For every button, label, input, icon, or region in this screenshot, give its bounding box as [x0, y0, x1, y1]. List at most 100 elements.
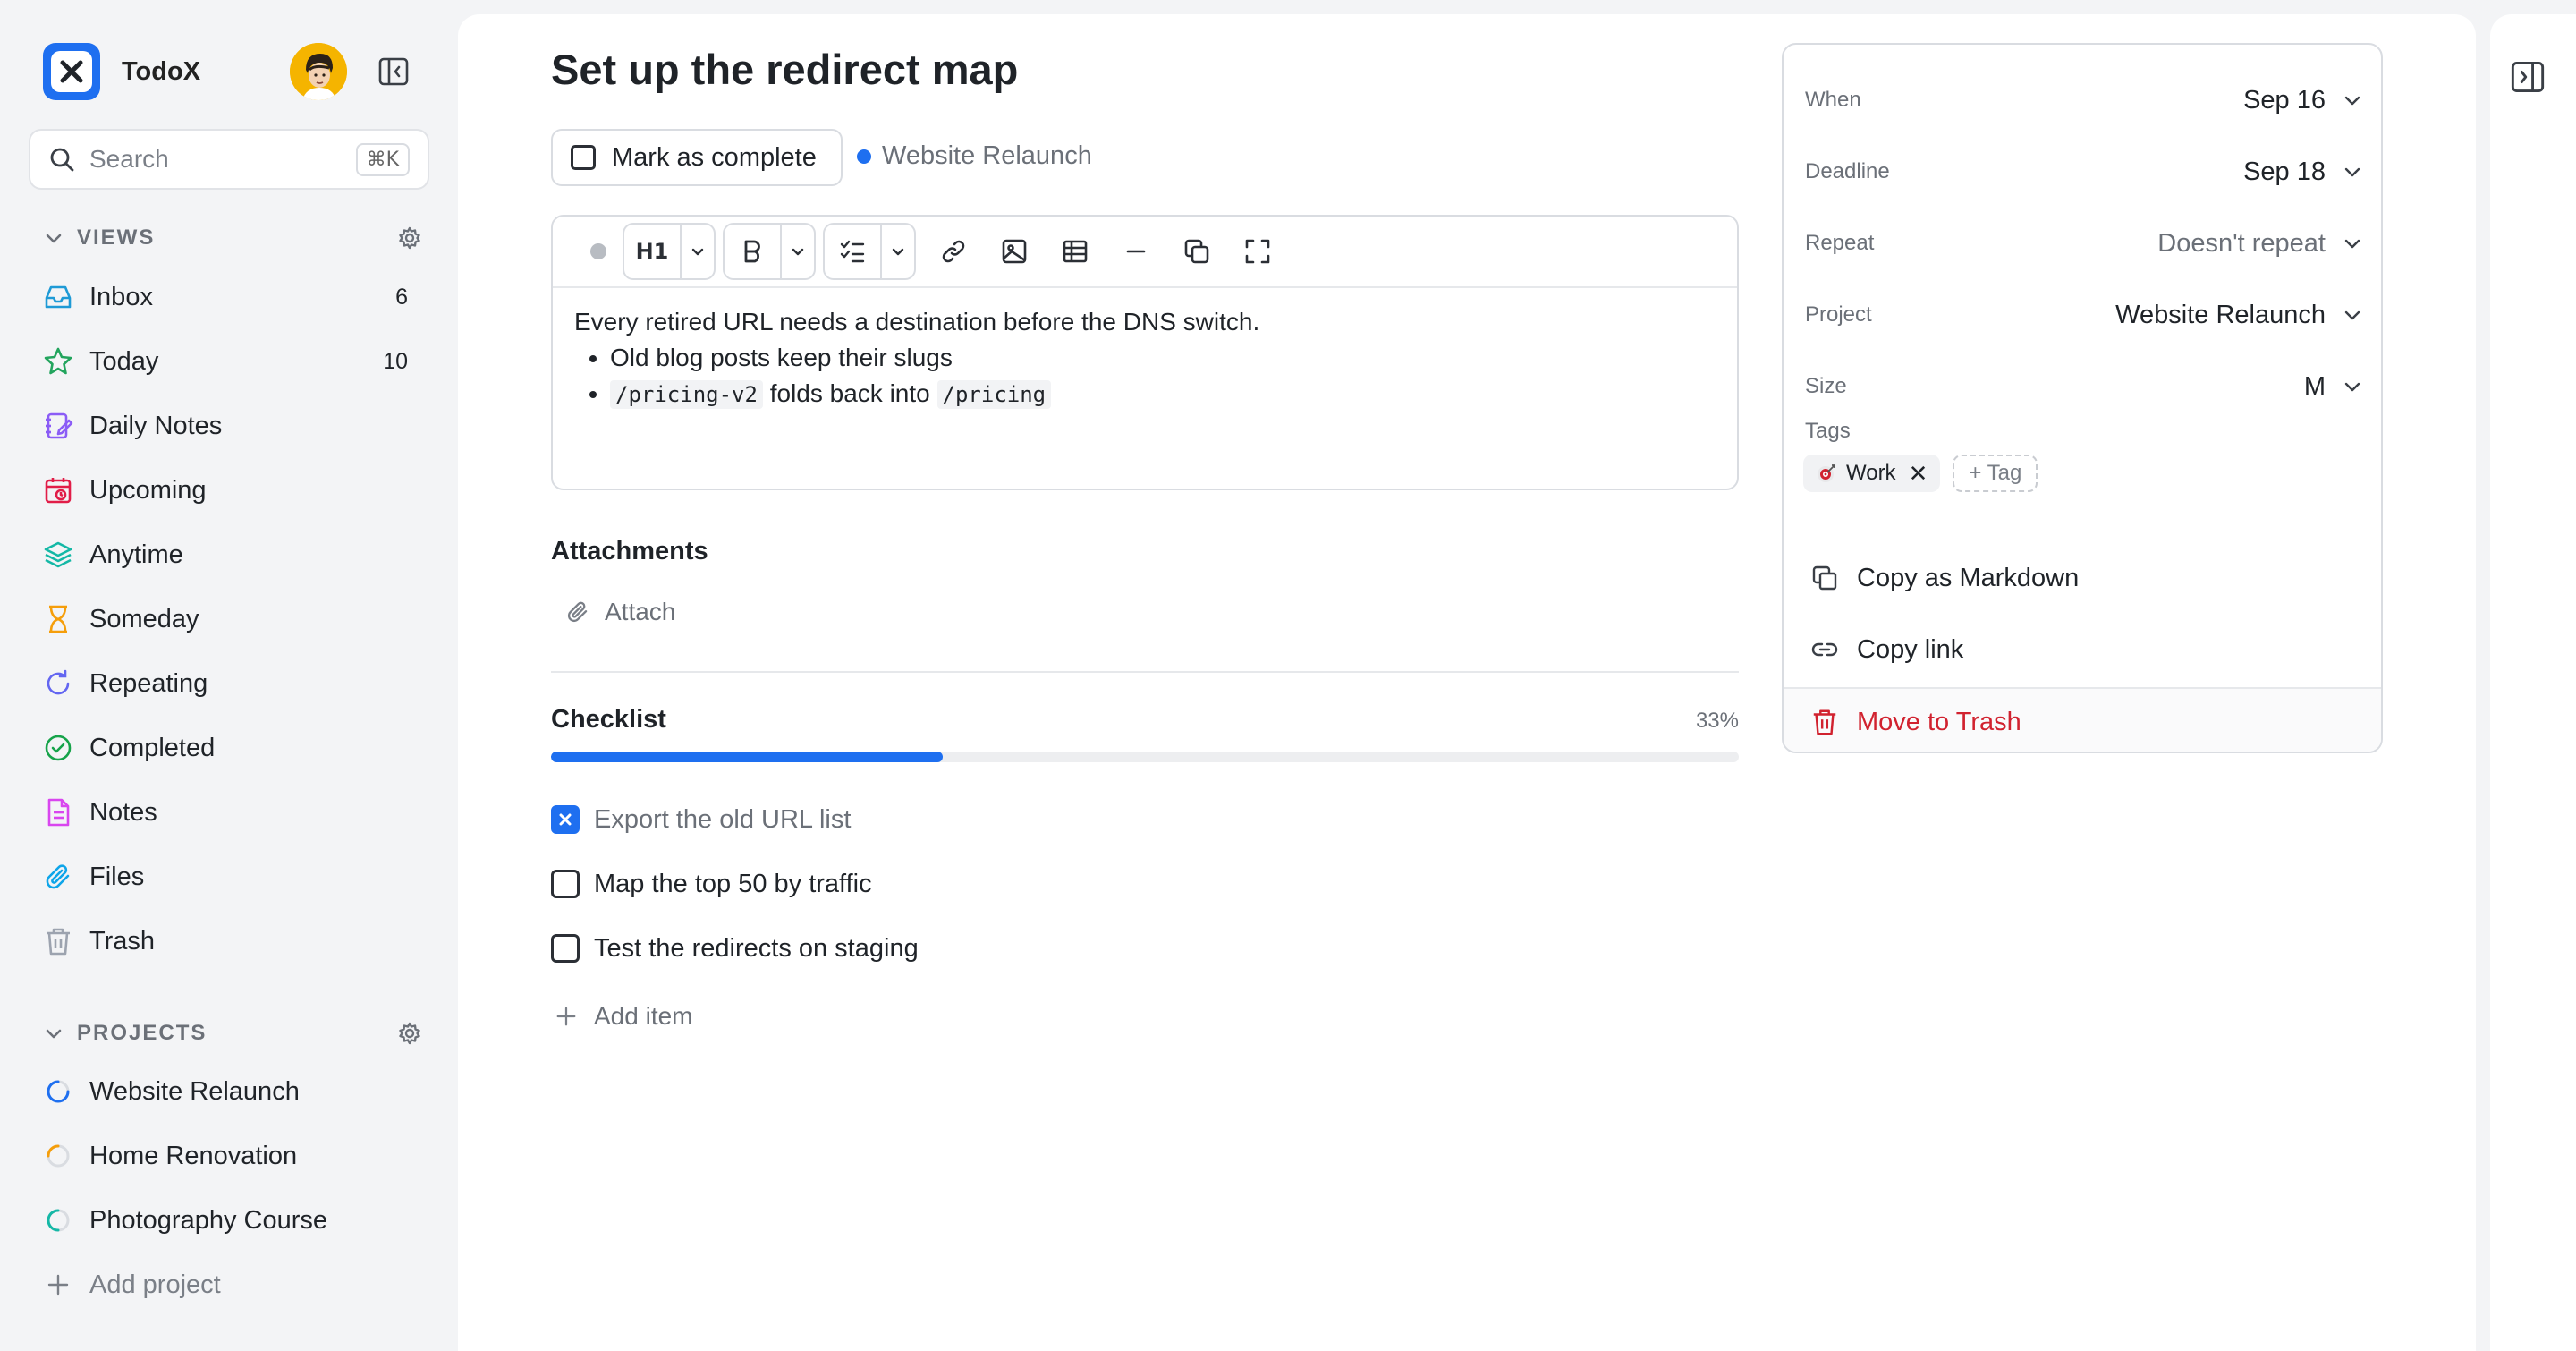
- plus-icon: [556, 1007, 576, 1026]
- sidebar: TodoX Search ⌘K VIEWS Inbox 6 Today 10 D…: [0, 0, 458, 1351]
- status-dot: [590, 243, 606, 259]
- trash-icon: [43, 926, 73, 956]
- task-properties-panel: When Sep 16 Deadline Sep 18 Repeat Doesn…: [1782, 43, 2383, 753]
- checklist-item[interactable]: Test the redirects on staging: [551, 916, 1739, 981]
- sidebar-item-inbox[interactable]: Inbox 6: [29, 265, 429, 329]
- search-box[interactable]: Search ⌘K: [29, 129, 429, 190]
- toggle-right-panel-icon[interactable]: [2510, 59, 2546, 95]
- progress-ring-icon: [43, 1205, 73, 1236]
- task-detail: Set up the redirect map Mark as complete…: [458, 14, 2476, 1351]
- chevron-down-icon[interactable]: [682, 225, 714, 278]
- sidebar-project-photography-course[interactable]: Photography Course: [29, 1188, 429, 1253]
- copy-icon[interactable]: [1166, 223, 1227, 280]
- notes-bullet: Old blog posts keep their slugs: [610, 340, 1716, 376]
- sidebar-item-files[interactable]: Files: [29, 845, 429, 909]
- image-icon[interactable]: [984, 223, 1045, 280]
- checkbox-icon: [571, 145, 596, 170]
- checked-checkbox-icon[interactable]: [551, 805, 580, 834]
- sidebar-item-trash[interactable]: Trash: [29, 909, 429, 973]
- inbox-icon: [43, 282, 73, 312]
- attach-button[interactable]: Attach: [565, 598, 675, 626]
- checklist-item[interactable]: Export the old URL list: [551, 787, 1739, 852]
- search-shortcut: ⌘K: [355, 142, 410, 176]
- star-icon: [43, 346, 73, 377]
- inline-code: /pricing: [936, 380, 1052, 409]
- table-icon[interactable]: [1045, 223, 1106, 280]
- checklist-item[interactable]: Map the top 50 by traffic: [551, 852, 1739, 916]
- repeat-value: Doesn't repeat: [2157, 228, 2326, 258]
- sidebar-item-completed[interactable]: Completed: [29, 716, 429, 780]
- editor-toolbar: H1: [553, 217, 1737, 288]
- deadline-row[interactable]: Deadline Sep 18: [1805, 145, 2363, 199]
- copy-icon: [1812, 565, 1837, 591]
- sidebar-item-notes[interactable]: Notes: [29, 780, 429, 845]
- checkbox-icon[interactable]: [551, 934, 580, 963]
- sidebar-item-someday[interactable]: Someday: [29, 587, 429, 651]
- app-name: TodoX: [122, 56, 201, 86]
- sidebar-item-anytime[interactable]: Anytime: [29, 523, 429, 587]
- trash-icon: [1813, 709, 1836, 735]
- search-icon: [50, 148, 74, 172]
- remove-tag-icon[interactable]: ✕: [1909, 460, 1928, 488]
- size-value: M: [2303, 371, 2326, 401]
- chevron-down-icon[interactable]: [782, 225, 814, 278]
- collapse-sidebar-icon[interactable]: [377, 55, 410, 88]
- sidebar-item-upcoming[interactable]: Upcoming: [29, 458, 429, 523]
- gear-icon[interactable]: [397, 225, 422, 251]
- avatar[interactable]: [290, 43, 347, 100]
- notes-paragraph: Every retired URL needs a destination be…: [574, 308, 1260, 336]
- add-project-button[interactable]: Add project: [29, 1253, 429, 1317]
- chevron-down-icon: [2344, 167, 2360, 177]
- chevron-down-icon[interactable]: [882, 225, 914, 278]
- link-icon: [1811, 642, 1838, 657]
- heading-dropdown[interactable]: H1: [623, 223, 716, 280]
- sidebar-item-repeating[interactable]: Repeating: [29, 651, 429, 716]
- bold-icon[interactable]: [724, 225, 780, 278]
- projects-section-header[interactable]: PROJECTS: [43, 1017, 422, 1049]
- repeat-icon: [43, 668, 73, 699]
- note-icon: [43, 797, 73, 828]
- link-icon[interactable]: [923, 223, 984, 280]
- search-input[interactable]: Search: [89, 145, 356, 174]
- fullscreen-icon[interactable]: [1227, 223, 1288, 280]
- heading-button[interactable]: H1: [624, 225, 680, 278]
- chevron-down-icon: [46, 1029, 62, 1039]
- inline-code: /pricing-v2: [610, 380, 763, 409]
- page-title[interactable]: Set up the redirect map: [551, 45, 1018, 94]
- size-row[interactable]: Size M: [1805, 360, 2363, 413]
- list-dropdown[interactable]: [823, 223, 916, 280]
- sidebar-project-website-relaunch[interactable]: Website Relaunch: [29, 1059, 429, 1124]
- checkbox-icon[interactable]: [551, 870, 580, 898]
- move-to-trash-button[interactable]: Move to Trash: [1784, 687, 2381, 752]
- progress-fill: [551, 752, 944, 762]
- notes-editor[interactable]: H1 Every retired URL needs a destination…: [551, 215, 1739, 490]
- project-dot: [857, 149, 871, 164]
- checklist-percent: 33%: [1695, 709, 1739, 733]
- sidebar-item-today[interactable]: Today 10: [29, 329, 429, 394]
- inbox-count: 6: [395, 284, 408, 310]
- views-section-header[interactable]: VIEWS: [43, 222, 422, 254]
- add-tag-button[interactable]: + Tag: [1953, 455, 2038, 492]
- right-rail: [2490, 14, 2576, 1351]
- divider: [551, 671, 1739, 673]
- repeat-row[interactable]: Repeat Doesn't repeat: [1805, 217, 2363, 270]
- gear-icon[interactable]: [397, 1021, 422, 1046]
- project-link[interactable]: Website Relaunch: [857, 141, 1092, 171]
- project-row[interactable]: Project Website Relaunch: [1805, 288, 2363, 342]
- sidebar-project-home-renovation[interactable]: Home Renovation: [29, 1124, 429, 1188]
- tag-chip[interactable]: Work ✕: [1803, 455, 1941, 492]
- progress-ring-icon: [43, 1076, 73, 1107]
- copy-as-markdown-button[interactable]: Copy as Markdown: [1810, 551, 2079, 605]
- when-row[interactable]: When Sep 16: [1805, 73, 2363, 127]
- tags-list: Work ✕ + Tag: [1803, 455, 2038, 492]
- mark-complete-button[interactable]: Mark as complete: [551, 129, 843, 186]
- sidebar-item-daily-notes[interactable]: Daily Notes: [29, 394, 429, 458]
- copy-link-button[interactable]: Copy link: [1810, 623, 1963, 676]
- notes-content[interactable]: Every retired URL needs a destination be…: [553, 288, 1737, 429]
- add-checklist-item-button[interactable]: Add item: [555, 1002, 693, 1031]
- notebook-icon: [43, 411, 73, 441]
- checklist-icon[interactable]: [825, 225, 880, 278]
- format-dropdown[interactable]: [723, 223, 816, 280]
- horizontal-rule-icon[interactable]: [1106, 223, 1166, 280]
- views-nav: Inbox 6 Today 10 Daily Notes Upcoming An…: [29, 265, 429, 973]
